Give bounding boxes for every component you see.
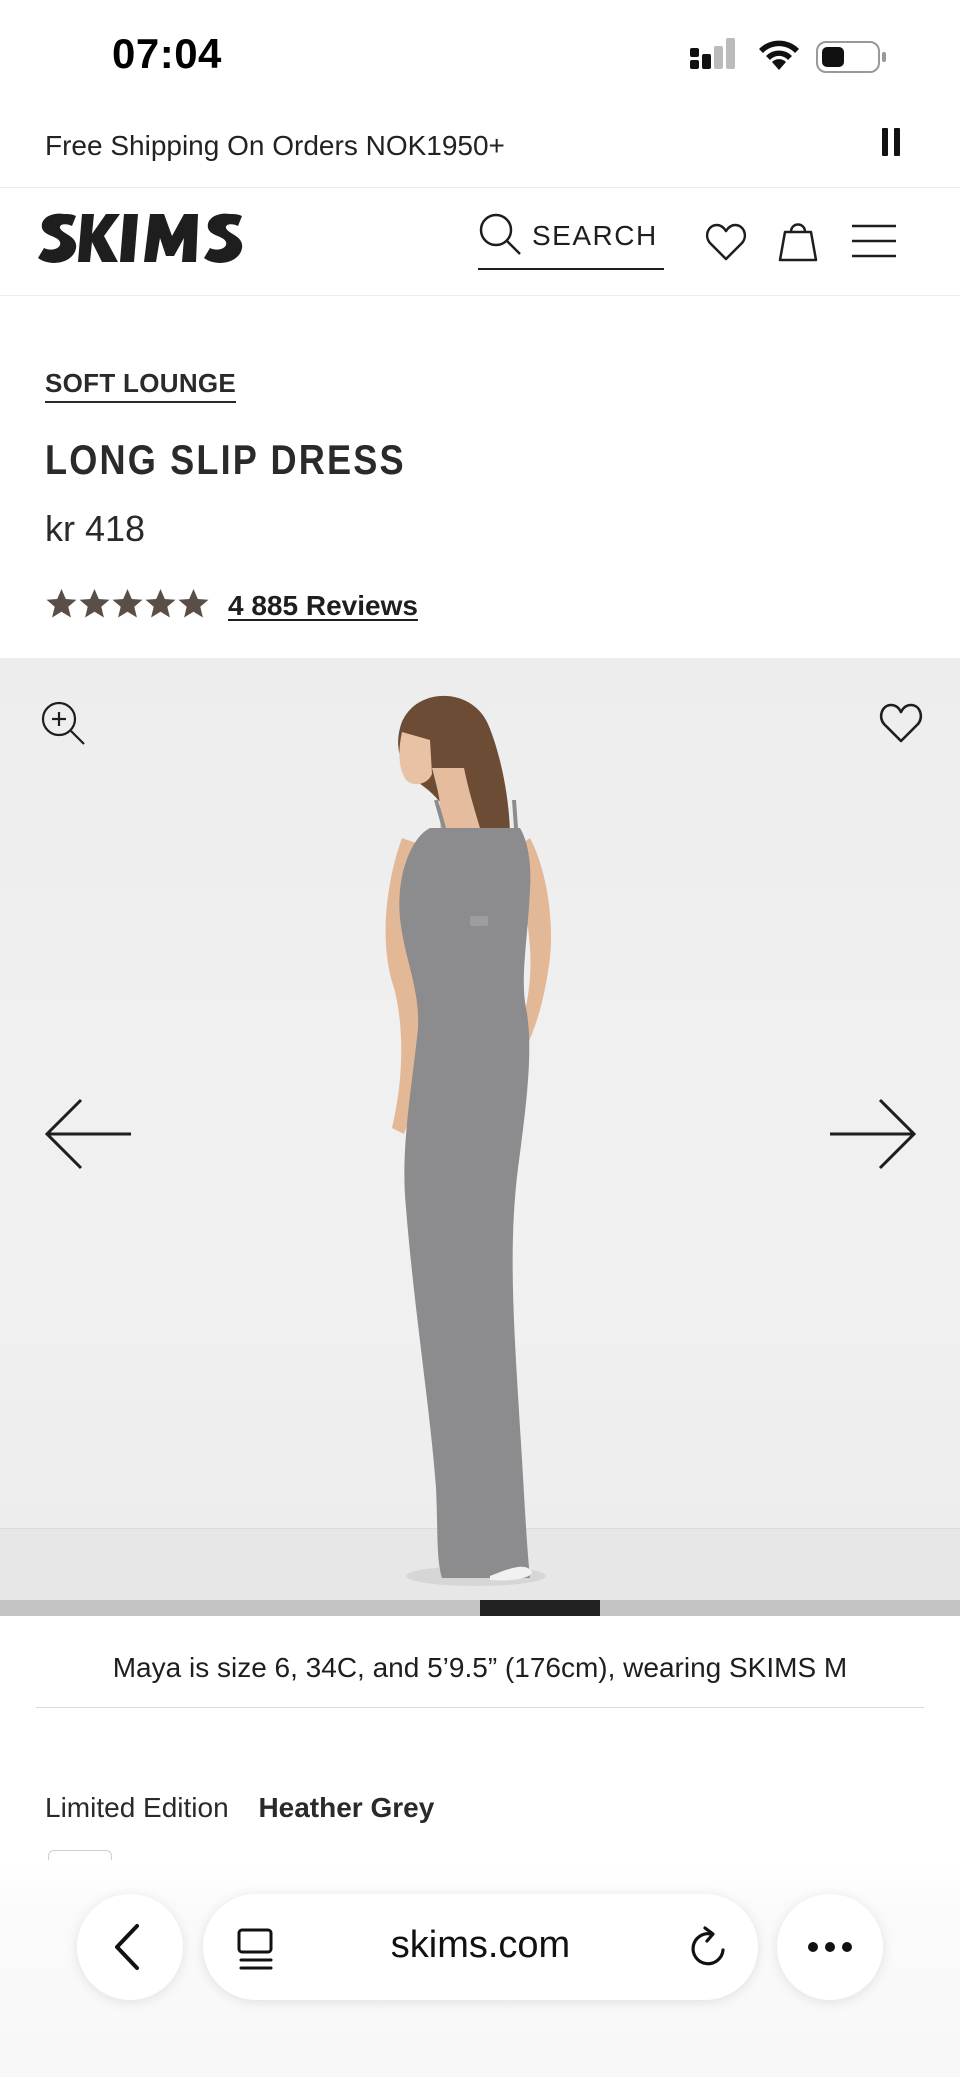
heart-icon[interactable] xyxy=(705,222,747,262)
star-icon xyxy=(79,589,110,618)
model-info-text: Maya is size 6, 34C, and 5’9.5” (176cm),… xyxy=(112,1652,848,1683)
color-value: Heather Grey xyxy=(258,1792,435,1823)
browser-back-button[interactable] xyxy=(77,1894,183,2000)
heart-icon[interactable] xyxy=(878,702,924,744)
color-selector: Limited Edition Heather Grey xyxy=(45,1792,434,1824)
star-icon xyxy=(178,589,209,618)
bag-icon[interactable] xyxy=(778,218,818,264)
menu-icon[interactable] xyxy=(852,224,896,258)
gallery-progress-bar xyxy=(0,1600,960,1616)
color-edition-label: Limited Edition xyxy=(45,1792,229,1823)
address-bar[interactable]: skims.com xyxy=(203,1894,758,2000)
cellular-signal-icon xyxy=(690,38,735,69)
star-icon xyxy=(46,589,77,618)
star-icon xyxy=(145,589,176,618)
status-bar: 07:04 xyxy=(0,0,960,112)
wifi-icon xyxy=(759,40,799,70)
more-icon xyxy=(808,1942,852,1952)
more-options-button[interactable] xyxy=(777,1894,883,2000)
color-swatch[interactable] xyxy=(48,1850,112,1860)
product-title: LONG SLIP DRESS xyxy=(45,436,406,483)
star-icon xyxy=(112,589,143,618)
product-photo xyxy=(385,695,552,1586)
arrow-right-icon[interactable] xyxy=(828,1098,916,1170)
url-text: skims.com xyxy=(390,1924,571,1966)
chevron-left-icon xyxy=(115,1924,139,1970)
product-image-gallery[interactable] xyxy=(0,658,960,1600)
announcement-text: Free Shipping On Orders NOK1950+ xyxy=(45,130,505,161)
pause-icon[interactable] xyxy=(880,128,904,162)
gallery-progress-indicator xyxy=(480,1600,600,1616)
zoom-in-icon[interactable] xyxy=(40,700,86,746)
search-icon xyxy=(479,213,521,255)
arrow-left-icon[interactable] xyxy=(45,1098,133,1170)
skims-logo[interactable] xyxy=(34,208,256,268)
collection-link[interactable]: SOFT LOUNGE xyxy=(45,368,237,403)
announcement-bar: Free Shipping On Orders NOK1950+ xyxy=(0,112,960,188)
model-info: Maya is size 6, 34C, and 5’9.5” (176cm),… xyxy=(36,1616,924,1708)
search-label: SEARCH xyxy=(532,220,658,251)
status-time: 07:04 xyxy=(112,30,222,77)
search-button[interactable]: SEARCH xyxy=(478,212,664,270)
battery-icon xyxy=(816,41,886,73)
reload-icon[interactable] xyxy=(689,1926,731,1970)
reviews-link[interactable]: 4 885 Reviews xyxy=(228,590,418,622)
product-price: kr 418 xyxy=(45,508,146,549)
rating-stars[interactable] xyxy=(45,588,210,620)
